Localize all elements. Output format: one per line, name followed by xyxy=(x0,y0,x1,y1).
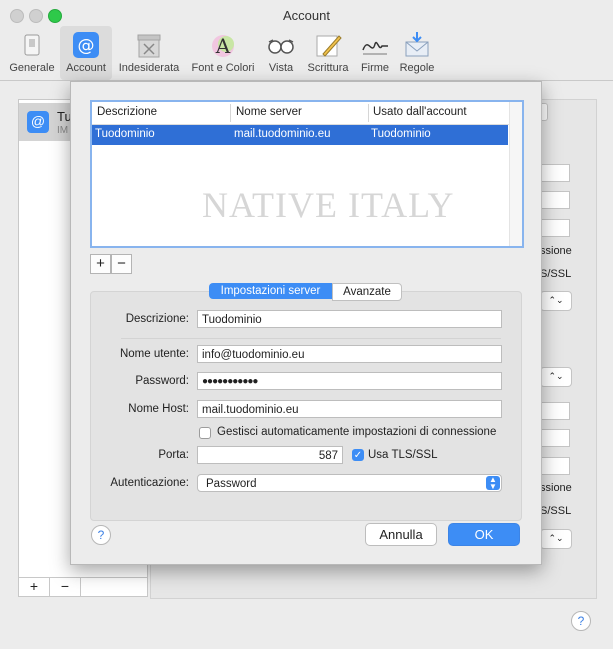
tab-firme-label: Firme xyxy=(360,62,390,74)
svg-text:A: A xyxy=(215,34,231,58)
column-header-descrizione[interactable]: Descrizione xyxy=(97,106,157,118)
general-icon xyxy=(17,30,47,60)
ok-button[interactable]: OK xyxy=(448,523,520,546)
account-list-controls: + − xyxy=(18,577,148,597)
column-header-nome-server[interactable]: Nome server xyxy=(236,106,302,118)
at-sign-icon: @ xyxy=(27,111,49,133)
table-header: Descrizione Nome server Usato dall'accou… xyxy=(92,102,522,125)
fonts-colors-icon: A xyxy=(208,30,238,60)
bg-popup[interactable]: ⌃⌄ xyxy=(540,367,572,387)
autenticazione-label: Autenticazione: xyxy=(110,477,189,489)
auto-manage-checkbox[interactable] xyxy=(199,427,211,439)
column-divider xyxy=(230,104,231,122)
cell-descrizione: Tuodominio xyxy=(95,128,155,140)
tab-avanzate[interactable]: Avanzate xyxy=(332,283,402,301)
smtp-server-sheet: Descrizione Nome server Usato dall'accou… xyxy=(70,81,542,565)
tab-scrittura-label: Scrittura xyxy=(307,62,349,74)
bg-input[interactable] xyxy=(540,429,570,447)
bg-label: S/SSL xyxy=(540,505,572,517)
descrizione-field[interactable]: Tuodominio xyxy=(197,310,502,328)
tab-scrittura[interactable]: Scrittura xyxy=(303,26,353,80)
glasses-icon xyxy=(266,30,296,60)
bg-input[interactable] xyxy=(540,164,570,182)
tab-indesiderata-label: Indesiderata xyxy=(118,62,180,74)
divider xyxy=(121,338,501,339)
add-account-button[interactable]: + xyxy=(19,578,50,596)
bg-input[interactable] xyxy=(540,402,570,420)
descrizione-label: Descrizione: xyxy=(125,313,189,325)
column-header-usato[interactable]: Usato dall'account xyxy=(373,106,467,118)
account-type: IM xyxy=(57,125,69,136)
autenticazione-value: Password xyxy=(206,478,257,490)
remove-account-button[interactable]: − xyxy=(50,578,81,596)
window-title: Account xyxy=(283,8,330,23)
bg-label: ssione xyxy=(540,482,572,494)
bg-label: S/SSL xyxy=(540,268,572,280)
password-field[interactable]: ●●●●●●●●●●● xyxy=(197,372,502,390)
chevron-up-down-icon: ▲ ▼ xyxy=(486,476,500,491)
table-scrollbar[interactable] xyxy=(509,102,522,246)
cell-nome-server: mail.tuodominio.eu xyxy=(234,128,331,140)
tab-vista[interactable]: Vista xyxy=(263,26,299,80)
junk-mail-icon xyxy=(134,30,164,60)
password-label: Password: xyxy=(135,375,189,387)
auto-manage-label[interactable]: Gestisci automaticamente impostazioni di… xyxy=(217,426,496,438)
tab-font-colori-label: Font e Colori xyxy=(191,62,255,74)
server-table: Descrizione Nome server Usato dall'accou… xyxy=(90,100,524,248)
rules-icon xyxy=(402,30,432,60)
at-sign-icon: @ xyxy=(71,30,101,60)
bg-input[interactable] xyxy=(540,219,570,237)
tab-indesiderata[interactable]: Indesiderata xyxy=(114,26,184,80)
bg-input[interactable] xyxy=(540,457,570,475)
porta-field[interactable]: 587 xyxy=(197,446,343,464)
nome-host-field[interactable]: mail.tuodominio.eu xyxy=(197,400,502,418)
tls-label[interactable]: Usa TLS/SSL xyxy=(368,449,437,461)
preferences-toolbar: Generale @ Account Indesiderata A Font e… xyxy=(0,26,613,81)
tab-font-colori[interactable]: A Font e Colori xyxy=(187,26,259,80)
porta-label: Porta: xyxy=(158,449,189,461)
bg-label: ssione xyxy=(540,245,572,257)
bg-popup[interactable]: ⌃⌄ xyxy=(540,529,572,549)
tab-impostazioni-server[interactable]: Impostazioni server xyxy=(209,283,332,299)
table-row[interactable]: Tuodominio mail.tuodominio.eu Tuodominio xyxy=(92,125,508,145)
tab-vista-label: Vista xyxy=(268,62,294,74)
tab-firme[interactable]: Firme xyxy=(357,26,393,80)
help-button[interactable]: ? xyxy=(91,525,111,545)
pencil-icon xyxy=(313,30,343,60)
remove-server-button[interactable]: − xyxy=(111,254,132,274)
autenticazione-select[interactable]: Password ▲ ▼ xyxy=(197,474,502,492)
cell-usato: Tuodominio xyxy=(371,128,431,140)
tab-regole[interactable]: Regole xyxy=(396,26,438,80)
column-divider xyxy=(368,104,369,122)
svg-text:@: @ xyxy=(78,36,95,56)
bg-input[interactable] xyxy=(540,191,570,209)
tls-checkbox[interactable]: ✓ xyxy=(352,449,364,461)
watermark: NATIVE ITALY xyxy=(202,185,455,225)
bg-popup[interactable]: ⌃⌄ xyxy=(540,291,572,311)
tab-generale-label: Generale xyxy=(9,62,55,74)
cancel-button[interactable]: Annulla xyxy=(365,523,437,546)
add-server-button[interactable]: + xyxy=(90,254,111,274)
tab-regole-label: Regole xyxy=(399,62,435,74)
help-button[interactable]: ? xyxy=(571,611,591,631)
tab-account[interactable]: @ Account xyxy=(60,26,112,80)
nome-utente-label: Nome utente: xyxy=(119,348,189,360)
nome-host-label: Nome Host: xyxy=(128,403,189,415)
tab-account-label: Account xyxy=(66,62,106,74)
nome-utente-field[interactable]: info@tuodominio.eu xyxy=(197,345,502,363)
tab-generale[interactable]: Generale xyxy=(6,26,58,80)
signature-icon xyxy=(360,30,390,60)
